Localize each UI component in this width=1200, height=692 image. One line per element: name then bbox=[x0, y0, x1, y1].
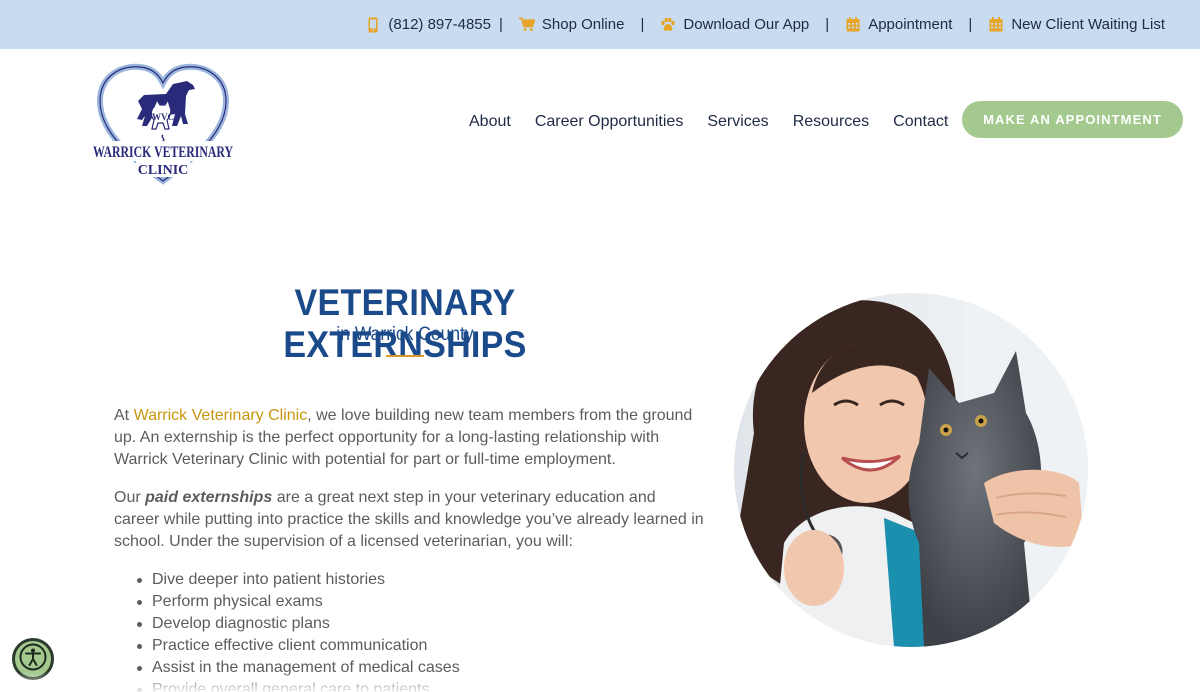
appointment-link[interactable]: Appointment bbox=[845, 16, 952, 33]
list-item: Assist in the management of medical case… bbox=[134, 657, 460, 679]
vet-with-cat-photo bbox=[734, 293, 1088, 647]
top-utility-bar: (812) 897-4855 | Shop Online | Download … bbox=[0, 0, 1200, 49]
nav-career-opportunities[interactable]: Career Opportunities bbox=[535, 113, 684, 131]
duties-list: Dive deeper into patient histories Perfo… bbox=[134, 569, 460, 692]
appointment-label: Appointment bbox=[868, 16, 953, 33]
waiting-list-label: New Client Waiting List bbox=[1011, 16, 1165, 33]
shop-online-label: Shop Online bbox=[541, 16, 625, 33]
separator: | bbox=[640, 16, 645, 33]
logo-monogram: WVC bbox=[152, 112, 174, 122]
accessibility-button[interactable] bbox=[12, 638, 54, 680]
calendar-icon bbox=[845, 17, 861, 33]
nav-services[interactable]: Services bbox=[707, 113, 768, 131]
separator: | bbox=[498, 16, 503, 33]
waiting-list-link[interactable]: New Client Waiting List bbox=[988, 16, 1165, 33]
paw-icon bbox=[660, 17, 676, 33]
nav-contact[interactable]: Contact bbox=[893, 113, 948, 131]
title-divider bbox=[386, 355, 424, 357]
phone-icon bbox=[365, 17, 381, 33]
phone-link[interactable]: (812) 897-4855 bbox=[365, 16, 491, 33]
list-item: Develop diagnostic plans bbox=[134, 613, 460, 635]
list-item: Practice effective client communication bbox=[134, 635, 460, 657]
shop-online-link[interactable]: Shop Online bbox=[518, 16, 625, 33]
intro-prefix: At bbox=[114, 407, 134, 424]
nav-about[interactable]: About bbox=[469, 113, 511, 131]
cart-icon bbox=[518, 17, 535, 33]
list-item: Provide overall general care to patients bbox=[134, 679, 460, 692]
logo-text-line2: CLINIC bbox=[138, 163, 189, 178]
separator: | bbox=[825, 16, 830, 33]
separator: | bbox=[968, 16, 973, 33]
accessibility-icon bbox=[19, 643, 47, 676]
download-app-label: Download Our App bbox=[683, 16, 810, 33]
clinic-link[interactable]: Warrick Veterinary Clinic bbox=[134, 407, 308, 424]
list-item: Dive deeper into patient histories bbox=[134, 569, 460, 591]
main-nav: About Career Opportunities Services Reso… bbox=[469, 113, 972, 131]
para2-prefix: Our bbox=[114, 489, 146, 506]
page-subtitle: in Warrick County bbox=[336, 324, 474, 345]
nav-resources[interactable]: Resources bbox=[793, 113, 869, 131]
calendar-icon bbox=[988, 17, 1004, 33]
externship-paragraph: Our paid externships are a great next st… bbox=[114, 487, 704, 553]
paid-externships-emphasis: paid externships bbox=[145, 489, 273, 506]
intro-paragraph: At Warrick Veterinary Clinic, we love bu… bbox=[114, 405, 704, 471]
make-appointment-button[interactable]: MAKE AN APPOINTMENT bbox=[962, 101, 1183, 138]
download-app-link[interactable]: Download Our App bbox=[660, 16, 809, 33]
phone-number: (812) 897-4855 bbox=[388, 16, 491, 33]
logo-text-line1: WARRICK VETERINARY bbox=[93, 144, 233, 161]
clinic-logo[interactable]: WVC WARRICK VETERINARY CLINIC bbox=[92, 63, 234, 185]
list-item: Perform physical exams bbox=[134, 591, 460, 613]
